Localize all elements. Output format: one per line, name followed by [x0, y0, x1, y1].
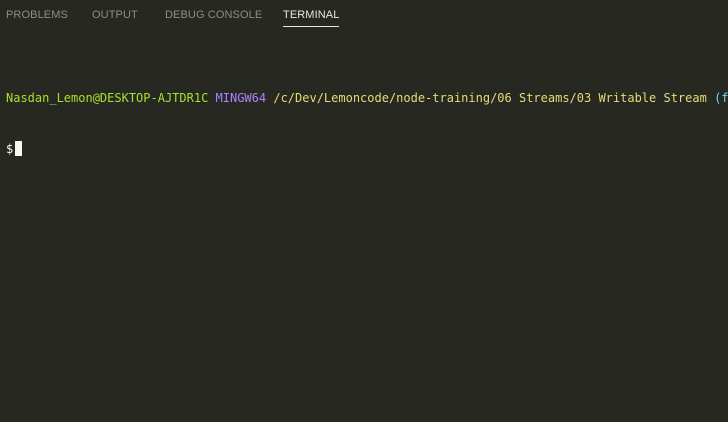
- prompt-path: /c/Dev/Lemoncode/node-training/06 Stream…: [273, 91, 707, 105]
- prompt-user-host: Nasdan_Lemon@DESKTOP-AJTDR1C: [6, 91, 209, 105]
- terminal-prompt-line: Nasdan_Lemon@DESKTOP-AJTDR1C MINGW64 /c/…: [6, 90, 728, 107]
- terminal-output[interactable]: Nasdan_Lemon@DESKTOP-AJTDR1C MINGW64 /c/…: [6, 56, 728, 422]
- tab-debug-console-label: DEBUG CONSOLE: [165, 9, 263, 21]
- panel-tab-bar: PROBLEMS OUTPUT DEBUG CONSOLE TERMINAL: [0, 0, 728, 34]
- tab-problems-label: PROBLEMS: [6, 9, 68, 21]
- tab-output[interactable]: OUTPUT: [92, 8, 138, 26]
- prompt-dollar: $: [6, 142, 14, 156]
- active-tab-indicator: [283, 26, 340, 27]
- tab-output-label: OUTPUT: [92, 9, 138, 21]
- tab-terminal-label: TERMINAL: [283, 9, 340, 21]
- tab-debug-console[interactable]: DEBUG CONSOLE: [165, 8, 262, 26]
- terminal-cursor: [15, 141, 23, 156]
- terminal-input-line[interactable]: $: [6, 141, 728, 158]
- prompt-branch: (feat: [714, 91, 728, 105]
- tab-terminal[interactable]: TERMINAL: [283, 8, 340, 27]
- prompt-system: MINGW64: [215, 91, 267, 105]
- tab-problems[interactable]: PROBLEMS: [6, 8, 68, 26]
